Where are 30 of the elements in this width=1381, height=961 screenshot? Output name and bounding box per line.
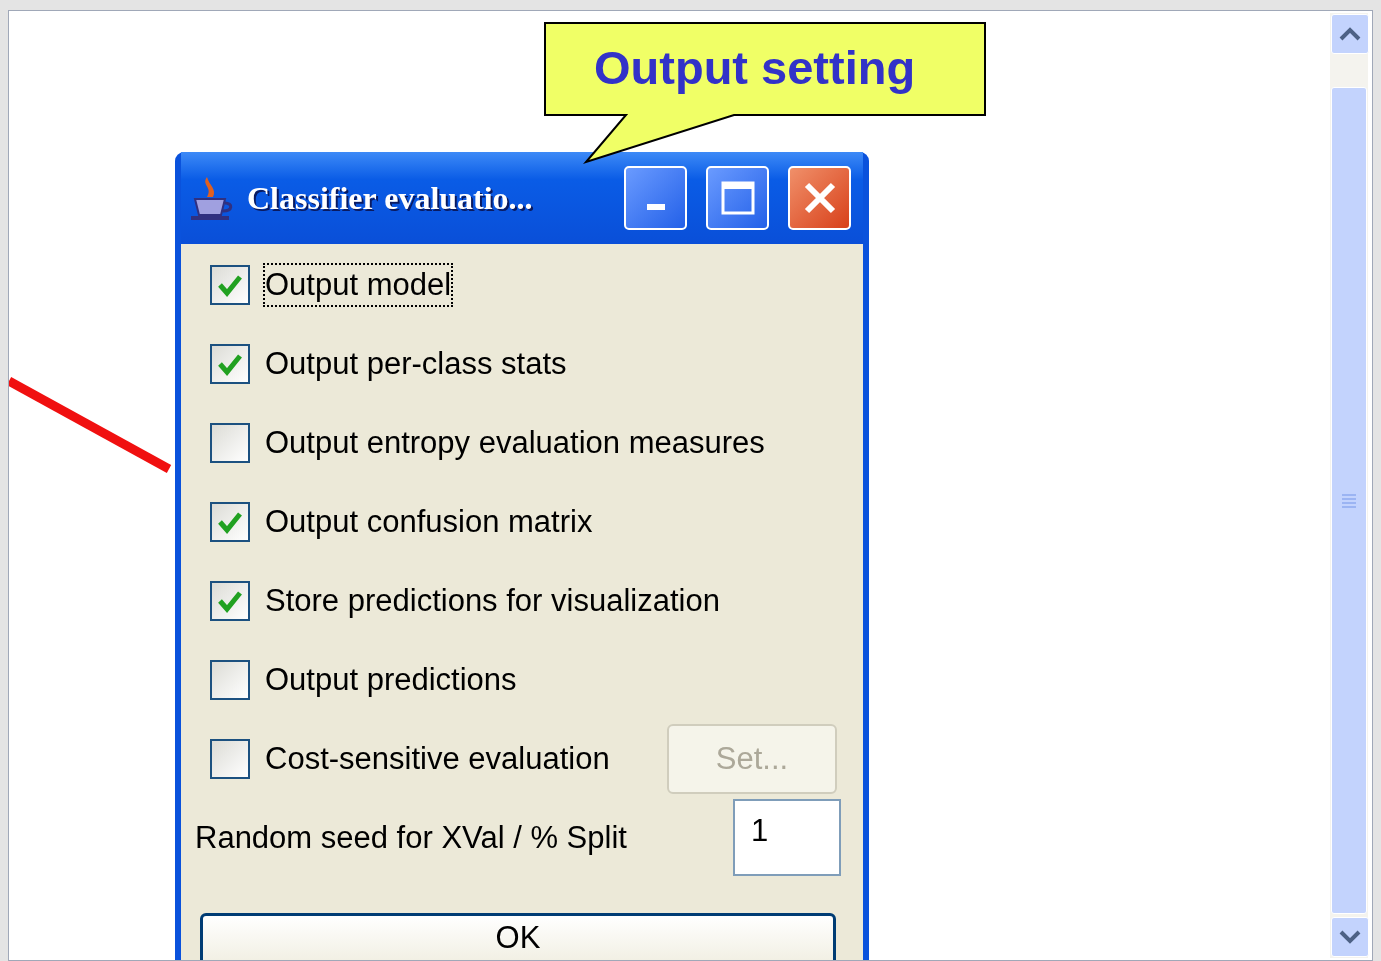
window-title: Classifier evaluatio... [247, 179, 534, 217]
seed-label: Random seed for XVal / % Split [195, 819, 627, 856]
checkbox-label[interactable]: Output confusion matrix [263, 499, 595, 544]
checkbox[interactable] [210, 738, 250, 779]
minimize-button[interactable] [624, 166, 687, 230]
ok-button[interactable]: OK [200, 913, 836, 960]
chevron-up-icon [1339, 27, 1361, 41]
checkbox[interactable] [210, 264, 250, 305]
scroll-down-button[interactable] [1331, 917, 1369, 957]
scroll-up-button[interactable] [1331, 14, 1369, 54]
checkbox[interactable] [210, 422, 250, 463]
checkbox[interactable] [210, 343, 250, 384]
checkbox-label[interactable]: Cost-sensitive evaluation [263, 736, 612, 781]
checkbox[interactable] [210, 501, 250, 542]
maximize-icon [719, 180, 756, 216]
scrollbar-thumb[interactable] [1331, 87, 1367, 914]
minimize-icon [646, 204, 665, 210]
checkbox-label[interactable]: Output predictions [263, 657, 519, 702]
checkbox-label[interactable]: Output entropy evaluation measures [263, 420, 767, 465]
checkbox-label[interactable]: Output per-class stats [263, 341, 569, 386]
close-button[interactable] [788, 166, 851, 230]
chevron-down-icon [1339, 930, 1361, 944]
checkbox-label[interactable]: Store predictions for visualization [263, 578, 722, 623]
checkbox[interactable] [210, 580, 250, 621]
callout-text: Output setting [594, 40, 916, 96]
grip-icon [1340, 492, 1358, 509]
seed-field[interactable]: 1 [733, 799, 841, 876]
checkbox-label[interactable]: Output model [263, 262, 454, 307]
checkbox[interactable] [210, 659, 250, 700]
maximize-button[interactable] [706, 166, 769, 230]
